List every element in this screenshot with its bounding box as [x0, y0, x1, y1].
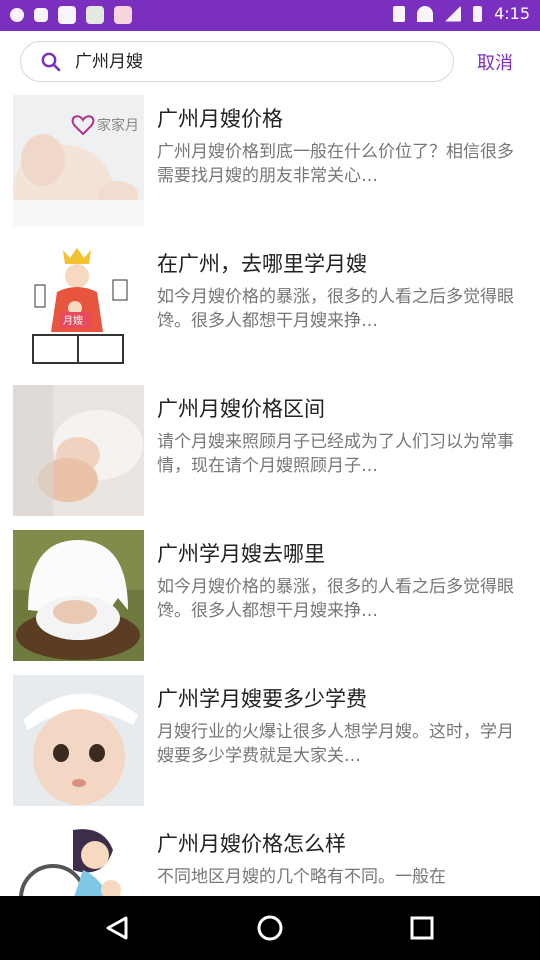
- article-desc: 月嫂行业的火爆让很多人想学月嫂。这时，学月嫂要多少学费就是大家关…: [157, 722, 514, 766]
- wifi-icon: [417, 5, 434, 22]
- thumb-logo-text: 家家月: [97, 118, 139, 134]
- article-thumbnail: [13, 675, 144, 806]
- cancel-button[interactable]: 取消: [477, 49, 513, 75]
- signal-icon: [445, 5, 462, 22]
- navigation-bar: [0, 896, 540, 960]
- search-input[interactable]: 广州月嫂: [75, 42, 143, 83]
- article-title: 广州学月嫂去哪里: [157, 542, 325, 566]
- article-title: 广州月嫂价格区间: [157, 397, 325, 421]
- article-desc: 如今月嫂价格的暴涨，很多的人看之后多觉得眼馋。很多人都想干月嫂来挣…: [157, 287, 514, 331]
- article-title: 广州月嫂价格怎么样: [157, 832, 346, 856]
- article-title: 广州月嫂价格: [157, 107, 283, 131]
- article-desc: 广州月嫂价格到底一般在什么价位了？相信很多需要找月嫂的朋友非常关心…: [157, 142, 514, 186]
- list-item[interactable]: 月嫂 在广州，去哪里学月嫂 如今月嫂价格的暴涨，很多的人看之后多觉得眼馋。很多人…: [0, 238, 540, 383]
- article-desc: 如今月嫂价格的暴涨，很多的人看之后多觉得眼馋。很多人都想干月嫂来挣…: [157, 577, 514, 621]
- status-bar: 4:15: [0, 0, 540, 31]
- home-icon[interactable]: [252, 910, 288, 946]
- notification-icon: [10, 8, 24, 22]
- thumb-book-text: 月嫂: [63, 316, 83, 327]
- search-header: 广州月嫂 取消: [0, 31, 540, 93]
- article-desc: 请个月嫂来照顾月子已经成为了人们习以为常事情，现在请个月嫂照顾月子…: [157, 432, 514, 476]
- article-title: 广州学月嫂要多少学费: [157, 687, 367, 711]
- color-app-icon: [86, 6, 104, 24]
- list-item[interactable]: 家家月 广州月嫂价格 广州月嫂价格到底一般在什么价位了？相信很多需要找月嫂的朋友…: [0, 93, 540, 238]
- search-icon: [41, 52, 61, 72]
- back-icon[interactable]: [100, 910, 136, 946]
- n-icon: [34, 8, 48, 22]
- article-title: 在广州，去哪里学月嫂: [157, 252, 367, 276]
- recents-icon[interactable]: [404, 910, 440, 946]
- calendar-icon: [114, 6, 132, 24]
- vibrate-icon: [393, 5, 406, 22]
- article-thumbnail: 家家月: [13, 95, 144, 226]
- status-time: 4:15: [494, 4, 530, 23]
- notification-icons: [10, 6, 132, 24]
- article-thumbnail: [13, 385, 144, 516]
- app-icon: [58, 6, 76, 24]
- battery-icon: [473, 5, 483, 22]
- list-item[interactable]: 广州月嫂价格区间 请个月嫂来照顾月子已经成为了人们习以为常事情，现在请个月嫂照顾…: [0, 383, 540, 528]
- article-thumbnail: 月嫂: [13, 240, 144, 371]
- article-list: 家家月 广州月嫂价格 广州月嫂价格到底一般在什么价位了？相信很多需要找月嫂的朋友…: [0, 93, 540, 963]
- list-item[interactable]: 广州学月嫂要多少学费 月嫂行业的火爆让很多人想学月嫂。这时，学月嫂要多少学费就是…: [0, 673, 540, 818]
- search-box[interactable]: 广州月嫂: [20, 41, 454, 82]
- article-thumbnail: [13, 530, 144, 661]
- list-item[interactable]: 广州学月嫂去哪里 如今月嫂价格的暴涨，很多的人看之后多觉得眼馋。很多人都想干月嫂…: [0, 528, 540, 673]
